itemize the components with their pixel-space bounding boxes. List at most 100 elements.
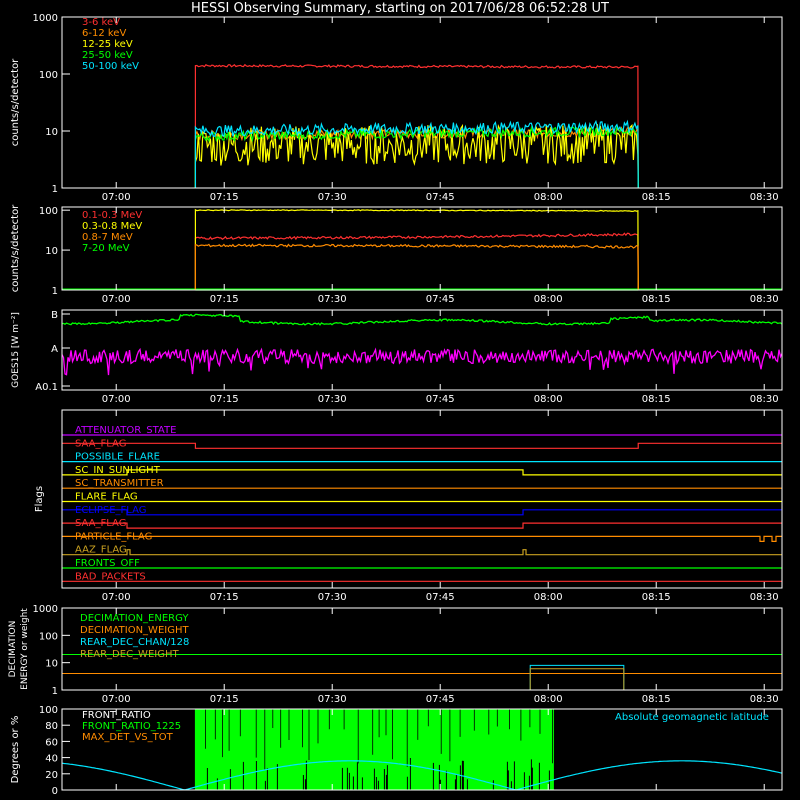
hessi-summary-plot: 1101001000counts/s/detector3-6 keV6-12 k… [8,13,783,797]
p4-xtick-label: 08:00 [534,592,563,603]
p1-ytick-label: 1 [52,184,58,195]
p1-xtick-label: 07:00 [102,192,131,203]
p2-ytick-label: 100 [39,206,58,217]
p6-series-front-ratio-1225 [194,709,554,790]
p5-series-3 [62,668,782,691]
p5-xtick-label: 07:00 [102,694,131,705]
p1-ytick-label: 1000 [33,13,58,24]
p6-legend-2: MAX_DET_VS_TOT [82,732,174,743]
p6-ylabel: Degrees or % [10,716,21,784]
p2-xtick-label: 08:30 [750,294,779,305]
p2-ytick-label: 10 [45,246,58,257]
p3-xtick-label: 08:00 [534,394,563,405]
p4-flag-label-9: AAZ_FLAG [75,545,127,556]
p4-xtick-label: 08:30 [750,592,779,603]
p2-legend-3: 7-20 MeV [82,243,130,254]
p2-xtick-label: 07:15 [210,294,239,305]
p5-legend-3: REAR_DEC_WEIGHT [80,649,179,660]
p3-ytick-label: A0.1 [35,382,58,393]
p6-ytick-label: 0 [52,786,58,797]
p3-ytick-label: B [51,310,58,321]
p2-series-0 [194,232,639,291]
p3-xtick-label: 08:15 [642,394,671,405]
p5-xtick-label: 08:15 [642,694,671,705]
p3-xtick-label: 07:15 [210,394,239,405]
p4-flag-line-1 [62,442,782,449]
p4-flag-line-3 [62,469,782,476]
p4-xtick-label: 07:15 [210,592,239,603]
p2-xtick-label: 07:45 [426,294,455,305]
p4-flag-label-0: ATTENUATOR_STATE [75,425,176,436]
p4-flag-label-5: FLARE_FLAG [75,492,138,503]
p2-ytick-label: 1 [52,286,58,297]
p2-ylabel: counts/s/detector [10,204,21,292]
p4-flag-line-7 [62,522,782,529]
p1-legend-4: 50-100 keV [82,61,139,72]
p3-ytick-label: A [51,344,58,355]
p4-xtick-label: 07:00 [102,592,131,603]
p1-xtick-label: 08:30 [750,192,779,203]
p2-legend-1: 0.3-0.8 MeV [82,221,142,232]
p4-flag-label-10: FRONTS_OFF [75,558,140,569]
p6-ytick-label: 20 [45,770,58,781]
p5-ytick-label: 1000 [33,604,58,615]
p4-xtick-label: 07:30 [318,592,347,603]
p4-flag-line-8 [62,535,782,542]
p5-legend-1: DECIMATION_WEIGHT [80,625,189,636]
p1-xtick-label: 07:30 [318,192,347,203]
p6-ytick-label: 40 [45,754,58,765]
p1-legend-0: 3-6 keV [82,17,120,28]
p1-legend-3: 25-50 keV [82,50,133,61]
p1-xtick-label: 07:15 [210,192,239,203]
p5-ylabel-2: ENERGY or weight [20,608,30,690]
p2-xtick-label: 07:30 [318,294,347,305]
p4-ylabel: Flags [34,486,45,512]
p3-series-0 [61,313,783,326]
p4-flag-line-9 [62,549,782,556]
p2-series-2 [194,243,639,291]
p1-ylabel: counts/s/detector [10,58,21,146]
p2-xtick-label: 07:00 [102,294,131,305]
p2-legend-0: 0.1-0.3 MeV [82,210,142,221]
p3-frame [61,309,783,391]
p6-annotation: Absolute geomagnetic latitude [615,712,769,723]
p5-ylabel-1: DECIMATION [8,621,18,678]
p2-frame [61,206,783,291]
p3-series-1 [61,347,783,376]
p6-legend-1: FRONT_RATIO_1225 [82,721,181,732]
p4-flag-label-11: BAD_PACKETS [75,571,146,582]
p3-xtick-label: 07:30 [318,394,347,405]
p3-ylabel: GOES15 [W m⁻²] [11,312,21,388]
p5-ytick-label: 100 [39,631,58,642]
p2-series-1 [194,208,639,291]
p6-ytick-label: 60 [45,737,58,748]
p4-frame [61,409,783,589]
p4-xtick-label: 07:45 [426,592,455,603]
p5-xtick-label: 08:30 [750,694,779,705]
p1-xtick-label: 07:45 [426,192,455,203]
p6-ytick-label: 80 [45,721,58,732]
p1-xtick-label: 08:00 [534,192,563,203]
p3-xtick-label: 07:45 [426,394,455,405]
p6-ytick-label: 100 [39,705,58,716]
p1-frame [61,16,783,189]
p4-flag-label-2: POSSIBLE_FLARE [75,452,160,463]
p3-xtick-label: 08:30 [750,394,779,405]
p2-xtick-label: 08:15 [642,294,671,305]
p5-legend-0: DECIMATION_ENERGY [80,613,189,624]
p5-legend-2: REAR_DEC_CHAN/128 [80,637,189,648]
p5-ytick-label: 10 [45,659,58,670]
p5-xtick-label: 08:00 [534,694,563,705]
p5-xtick-label: 07:30 [318,694,347,705]
p1-legend-1: 6-12 keV [82,28,126,39]
p2-xtick-label: 08:00 [534,294,563,305]
p4-flag-line-6 [62,509,782,516]
p5-ytick-label: 1 [52,686,58,697]
p1-ytick-label: 10 [45,127,58,138]
p1-xtick-label: 08:15 [642,192,671,203]
p4-xtick-label: 08:15 [642,592,671,603]
p1-ytick-label: 100 [39,70,58,81]
p1-legend-2: 12-25 keV [82,39,133,50]
p5-xtick-label: 07:15 [210,694,239,705]
p4-flag-label-4: SC_TRANSMITTER [75,478,164,489]
